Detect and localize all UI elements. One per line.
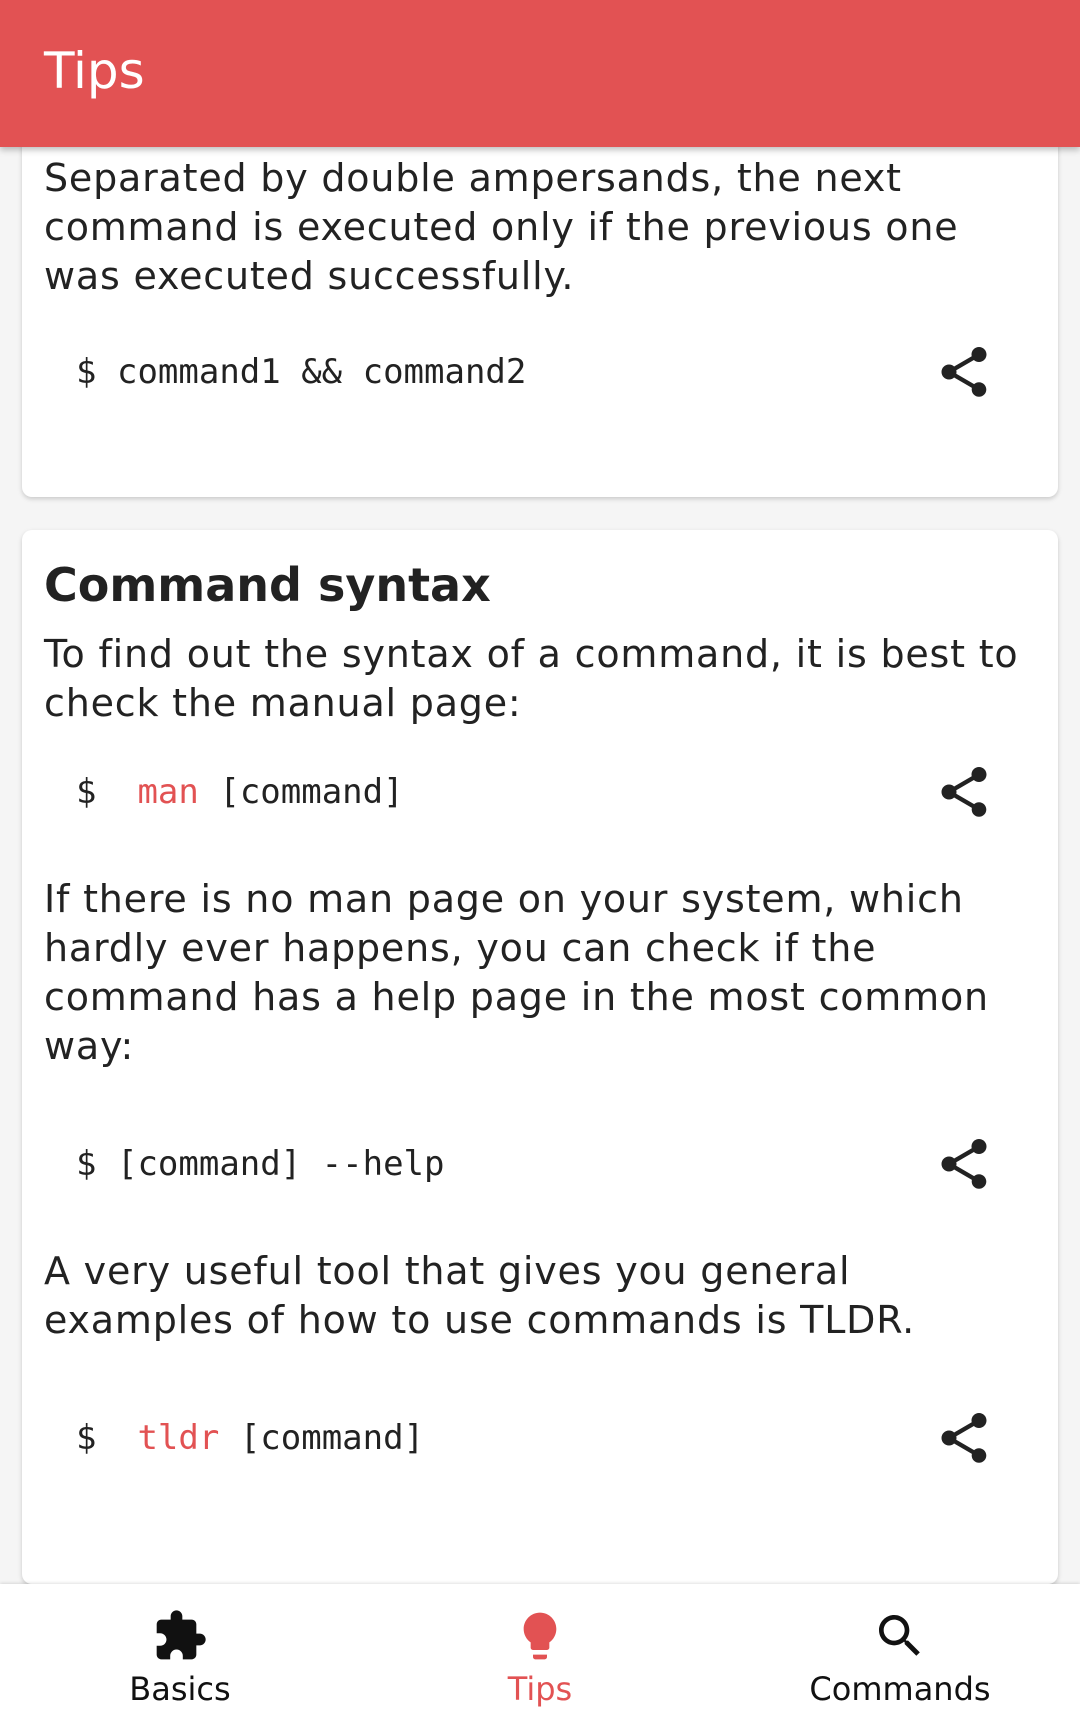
- page-title: Tips: [44, 42, 145, 100]
- command-line: $ tldr [command]: [76, 1408, 424, 1468]
- prompt-symbol: $: [76, 1144, 97, 1184]
- share-icon[interactable]: [934, 762, 994, 822]
- share-icon[interactable]: [934, 342, 994, 402]
- command-line: $ [command] --help: [76, 1134, 444, 1194]
- share-icon[interactable]: [934, 1408, 994, 1468]
- nav-label-commands: Commands: [809, 1670, 991, 1708]
- nav-label-basics: Basics: [129, 1670, 231, 1708]
- tip-paragraph: Separated by double ampersands, the next…: [44, 156, 959, 298]
- nav-item-tips[interactable]: Tips: [360, 1584, 720, 1731]
- command-keyword: tldr: [137, 1418, 220, 1458]
- tip-paragraph: A very useful tool that gives you genera…: [44, 1249, 915, 1342]
- prompt-symbol: $: [76, 1418, 97, 1458]
- command-text: command1 && command2: [116, 352, 527, 392]
- puzzle-icon: [152, 1608, 208, 1664]
- tip-paragraph: If there is no man page on your system, …: [44, 877, 989, 1068]
- command-line: $ man [command]: [76, 762, 404, 822]
- command-text: [command]: [239, 1418, 425, 1458]
- lightbulb-icon: [512, 1608, 568, 1664]
- tips-list[interactable]: Separated by double ampersands, the next…: [0, 147, 1080, 1584]
- share-icon[interactable]: [934, 1134, 994, 1194]
- prompt-symbol: $: [76, 772, 97, 812]
- tip-card-double-ampersand: Separated by double ampersands, the next…: [22, 147, 1058, 497]
- tip-card-command-syntax: Command syntax To find out the syntax of…: [22, 530, 1058, 1584]
- command-text: [command]: [219, 772, 404, 812]
- command-line: $ command1 && command2: [76, 342, 526, 402]
- bottom-navigation: Basics Tips Commands: [0, 1584, 1080, 1731]
- nav-label-tips: Tips: [507, 1670, 573, 1708]
- command-text: [command] --help: [116, 1144, 445, 1184]
- nav-item-basics[interactable]: Basics: [0, 1584, 360, 1731]
- command-keyword: man: [137, 772, 199, 812]
- app-bar: Tips: [0, 0, 1080, 147]
- card-title: Command syntax: [44, 558, 491, 612]
- tip-paragraph: To find out the syntax of a command, it …: [44, 632, 1019, 725]
- prompt-symbol: $: [76, 352, 97, 392]
- search-icon: [872, 1608, 928, 1664]
- nav-item-commands[interactable]: Commands: [720, 1584, 1080, 1731]
